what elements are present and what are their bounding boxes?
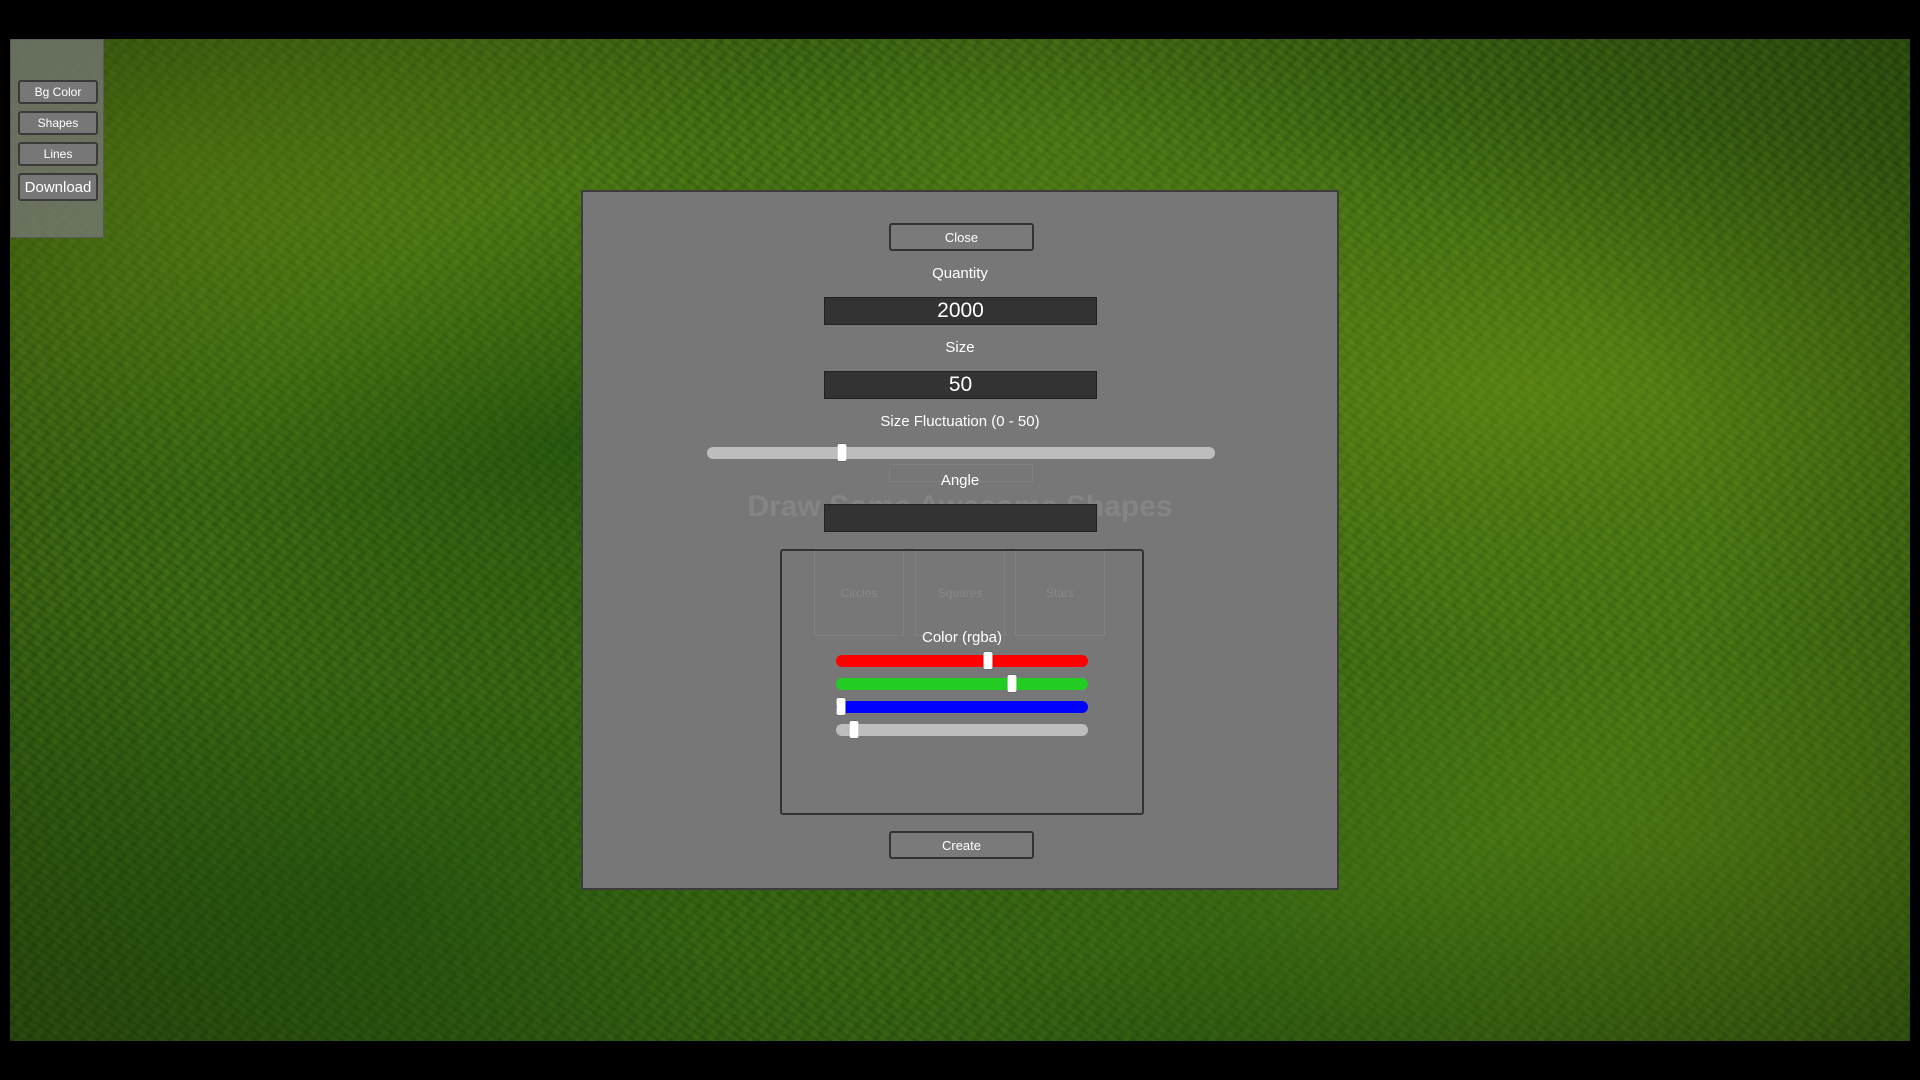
green-slider[interactable] <box>836 675 1088 692</box>
size-input[interactable] <box>824 371 1097 399</box>
size-fluctuation-thumb[interactable] <box>837 444 847 461</box>
lines-button[interactable]: Lines <box>18 142 98 166</box>
color-label: Color (rgba) <box>921 629 1003 646</box>
side-menu: Bg Color Shapes Lines Download <box>10 39 104 238</box>
create-button[interactable]: Create <box>889 831 1034 859</box>
bg-color-button[interactable]: Bg Color <box>18 80 98 104</box>
size-label: Size <box>945 339 975 356</box>
color-picker-box: Color (rgba) <box>780 549 1144 815</box>
angle-input[interactable] <box>824 504 1097 532</box>
blue-slider[interactable] <box>836 698 1088 715</box>
shapes-modal: Draw Some Awesome Shapes Circles Squares… <box>581 190 1339 890</box>
quantity-input[interactable] <box>824 297 1097 325</box>
shapes-button[interactable]: Shapes <box>18 111 98 135</box>
size-fluctuation-label: Size Fluctuation (0 - 50) <box>880 413 1040 430</box>
download-button[interactable]: Download <box>18 173 98 201</box>
close-button[interactable]: Close <box>889 223 1034 251</box>
size-fluctuation-slider[interactable] <box>707 444 1215 461</box>
angle-label: Angle <box>940 472 980 489</box>
alpha-slider-thumb[interactable] <box>849 721 859 738</box>
blue-slider-thumb[interactable] <box>836 698 846 715</box>
red-slider[interactable] <box>836 652 1088 669</box>
red-slider-thumb[interactable] <box>983 652 993 669</box>
green-slider-thumb[interactable] <box>1007 675 1017 692</box>
alpha-slider[interactable] <box>836 721 1088 738</box>
quantity-label: Quantity <box>932 265 988 282</box>
